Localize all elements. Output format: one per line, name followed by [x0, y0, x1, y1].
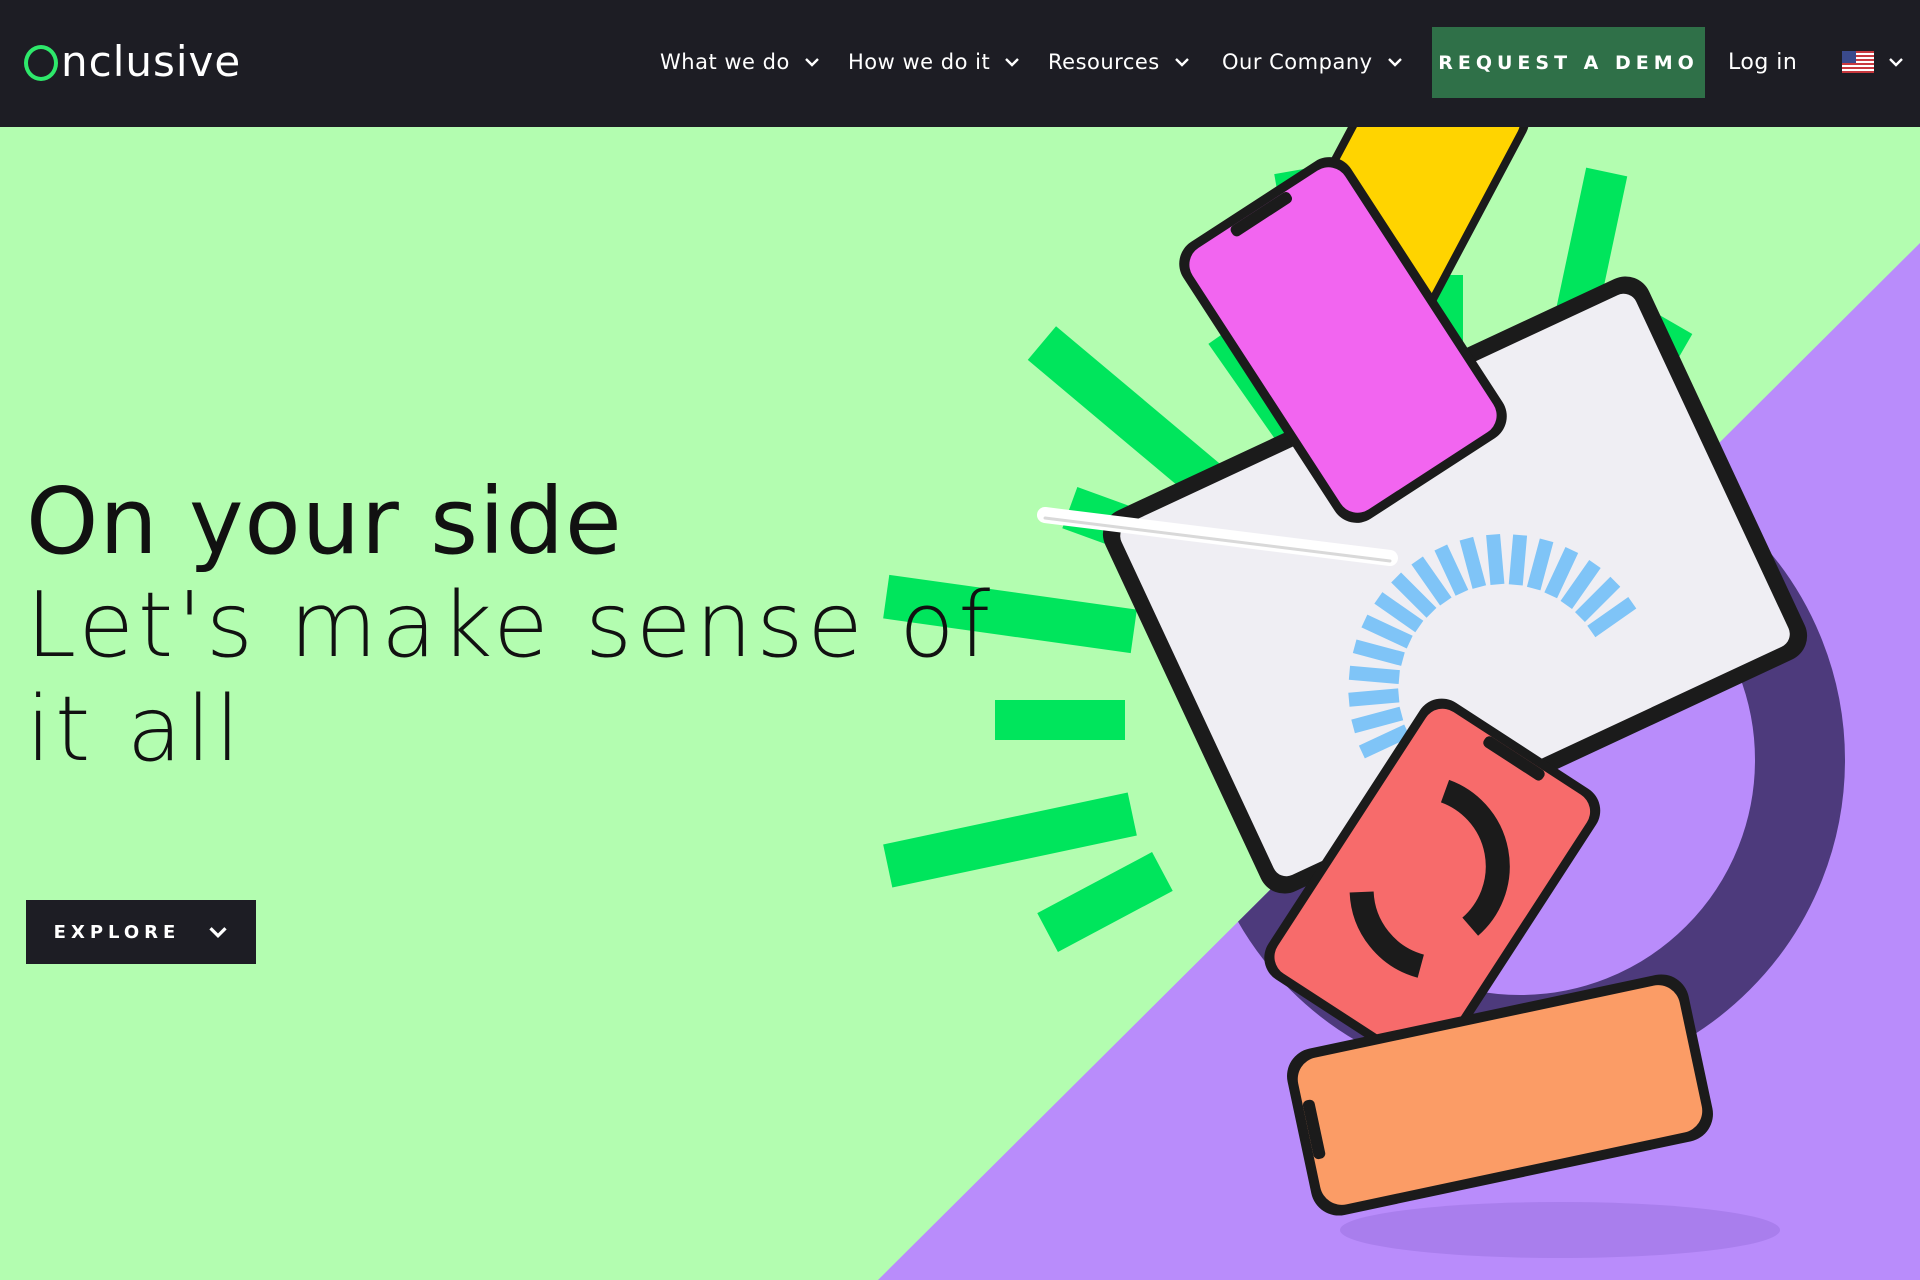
nav-item-what-we-do[interactable]: What we do [660, 40, 820, 84]
nav-item-label: How we do it [848, 50, 991, 74]
logo-o-ring-icon [24, 45, 58, 81]
site-header: nclusive What we do How we do it Resourc… [0, 0, 1920, 127]
locale-selector[interactable] [1842, 48, 1904, 76]
login-link[interactable]: Log in [1728, 40, 1797, 84]
hero-headline: On your side [26, 468, 623, 575]
request-demo-button[interactable]: REQUEST A DEMO [1432, 27, 1705, 98]
explore-label: EXPLORE [53, 921, 181, 943]
chevron-down-icon [804, 58, 819, 67]
burst-ray [883, 792, 1137, 888]
nav-item-label: Our Company [1222, 50, 1373, 74]
nav-item-resources[interactable]: Resources [1048, 40, 1190, 84]
chevron-down-icon [209, 927, 227, 939]
logo-wordmark: nclusive [61, 36, 242, 86]
us-flag-icon [1842, 51, 1874, 73]
hero-subheadline: Let's make sense of it all [26, 573, 995, 782]
chevron-down-icon [1387, 58, 1402, 67]
chevron-down-icon [1174, 58, 1189, 67]
hero-heading: On your side Let's make sense of it all [26, 470, 1026, 782]
phone-shadow [1340, 1202, 1780, 1258]
nav-item-label: Resources [1048, 50, 1160, 74]
nav-item-label: What we do [660, 50, 790, 74]
explore-button[interactable]: EXPLORE [26, 900, 256, 964]
nav-item-how-we-do-it[interactable]: How we do it [848, 40, 1020, 84]
nav-item-our-company[interactable]: Our Company [1222, 40, 1403, 84]
onclusive-logo[interactable]: nclusive [24, 33, 241, 89]
burst-ray [1037, 852, 1173, 952]
chevron-down-icon [1889, 58, 1903, 67]
chevron-down-icon [1005, 58, 1020, 67]
